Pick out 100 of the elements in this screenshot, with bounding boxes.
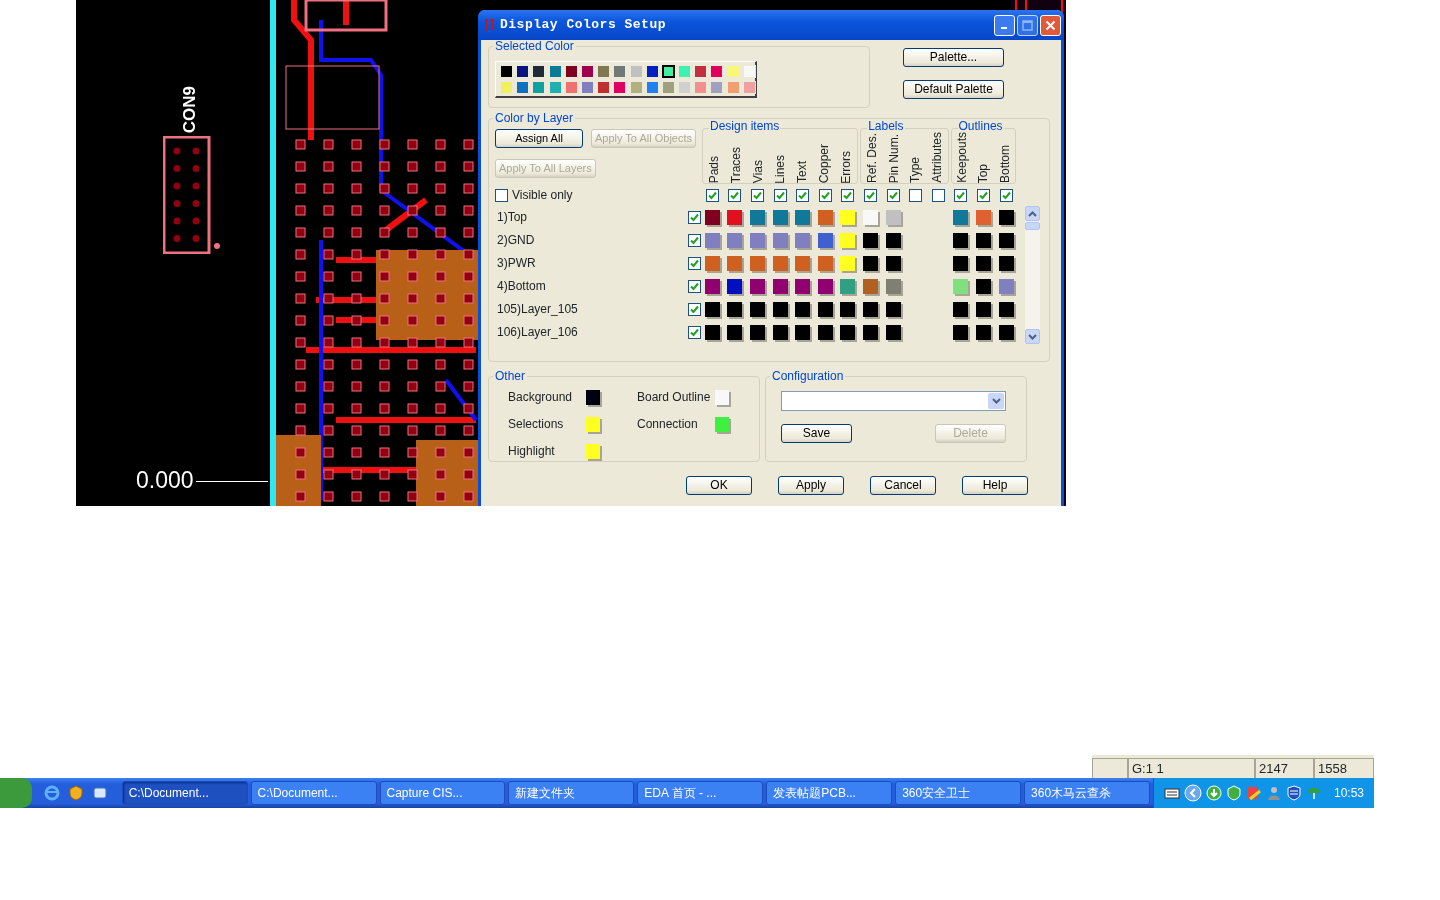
browser-icon[interactable] — [43, 785, 60, 801]
color-swatch[interactable] — [840, 256, 856, 272]
color-swatch[interactable] — [975, 233, 991, 249]
close-icon[interactable] — [1045, 19, 1056, 31]
color-swatch[interactable] — [715, 389, 729, 405]
color-swatch[interactable] — [975, 210, 991, 226]
color-swatch[interactable] — [975, 256, 991, 272]
color-swatch[interactable] — [795, 210, 811, 226]
color-swatch[interactable] — [772, 325, 788, 341]
dialog-button[interactable]: Apply — [778, 476, 844, 495]
color-swatch[interactable] — [840, 302, 856, 318]
color-swatch[interactable] — [727, 279, 743, 295]
color-swatch[interactable] — [998, 256, 1014, 272]
minimize-button[interactable] — [994, 14, 1015, 36]
dialog-button[interactable]: Cancel — [870, 476, 936, 495]
palette-button[interactable]: Palette... — [903, 48, 1004, 67]
color-swatch[interactable] — [795, 279, 811, 295]
color-swatch[interactable] — [661, 65, 675, 79]
checkbox[interactable] — [705, 188, 719, 202]
checkbox[interactable] — [796, 188, 810, 202]
checkbox[interactable] — [886, 188, 900, 202]
taskbar-button[interactable]: 发表帖题PCB... — [766, 781, 893, 805]
desktop-icon[interactable] — [91, 785, 108, 801]
color-swatch[interactable] — [772, 210, 788, 226]
dialog-button[interactable]: Help — [962, 476, 1028, 495]
checkbox[interactable] — [773, 188, 787, 202]
paint-icon[interactable] — [1245, 785, 1262, 801]
color-swatch[interactable] — [817, 325, 833, 341]
arrow-down-icon[interactable] — [1028, 333, 1038, 340]
color-swatch[interactable] — [885, 256, 901, 272]
configuration-dropdown[interactable] — [781, 391, 1006, 412]
color-swatch[interactable] — [840, 325, 856, 341]
color-swatch[interactable] — [998, 279, 1014, 295]
color-swatch[interactable] — [727, 325, 743, 341]
color-swatch[interactable] — [953, 325, 969, 341]
umbrella-icon[interactable] — [1305, 785, 1322, 801]
checkbox[interactable] — [687, 303, 701, 317]
color-swatch[interactable] — [586, 389, 600, 405]
checkbox[interactable] — [931, 188, 945, 202]
color-swatch[interactable] — [795, 325, 811, 341]
color-swatch[interactable] — [727, 233, 743, 249]
color-swatch[interactable] — [953, 279, 969, 295]
checkbox[interactable] — [863, 188, 877, 202]
checkbox[interactable] — [687, 280, 701, 294]
color-swatch[interactable] — [953, 233, 969, 249]
checkbox[interactable] — [687, 211, 701, 225]
color-swatch[interactable] — [885, 279, 901, 295]
color-swatch[interactable] — [750, 210, 765, 226]
checkbox[interactable] — [687, 257, 701, 271]
color-swatch[interactable] — [885, 302, 901, 318]
color-swatch[interactable] — [885, 210, 901, 226]
color-swatch[interactable] — [975, 325, 991, 341]
color-swatch[interactable] — [715, 416, 729, 432]
color-swatch[interactable] — [586, 443, 600, 459]
color-swatch[interactable] — [817, 256, 833, 272]
start-button[interactable] — [0, 778, 32, 808]
checkbox[interactable] — [954, 188, 968, 202]
action-button[interactable]: Assign All — [495, 129, 583, 149]
checkbox[interactable] — [687, 326, 701, 340]
color-swatch[interactable] — [817, 279, 833, 295]
color-swatch[interactable] — [704, 302, 720, 318]
color-swatch[interactable] — [862, 233, 878, 249]
color-swatch[interactable] — [817, 233, 833, 249]
color-swatch[interactable] — [998, 233, 1014, 249]
scroll-down-button[interactable] — [1025, 329, 1041, 345]
color-swatch[interactable] — [704, 233, 720, 249]
color-swatch[interactable] — [750, 233, 765, 249]
taskbar-button[interactable]: C:\Document... — [250, 781, 377, 805]
color-swatch[interactable] — [772, 279, 788, 295]
taskbar-button[interactable]: EDA 首页 - ... — [637, 781, 764, 805]
arrow-up-icon[interactable] — [1028, 210, 1038, 217]
color-swatch[interactable] — [862, 279, 878, 295]
color-swatch[interactable] — [817, 210, 833, 226]
dialog-button[interactable]: OK — [686, 476, 752, 495]
color-swatch[interactable] — [862, 325, 878, 341]
checkbox[interactable] — [909, 188, 923, 202]
color-swatch[interactable] — [862, 210, 878, 226]
checkbox[interactable] — [841, 188, 855, 202]
color-swatch[interactable] — [750, 302, 765, 318]
maximize-button[interactable] — [1017, 14, 1038, 36]
keyboard-icon[interactable] — [1163, 787, 1180, 799]
vertical-scrollbar[interactable] — [1025, 206, 1041, 345]
color-swatch[interactable] — [885, 233, 901, 249]
checkbox[interactable] — [818, 188, 832, 202]
shield-icon[interactable] — [1285, 785, 1302, 801]
color-swatch[interactable] — [998, 325, 1014, 341]
save-button[interactable]: Save — [781, 424, 852, 444]
color-swatch[interactable] — [795, 233, 811, 249]
color-swatch[interactable] — [998, 302, 1014, 318]
checkbox[interactable] — [495, 188, 508, 202]
color-swatch[interactable] — [975, 279, 991, 295]
color-swatch[interactable] — [840, 210, 856, 226]
checkbox[interactable] — [728, 188, 742, 202]
color-swatch[interactable] — [750, 325, 765, 341]
color-swatch[interactable] — [795, 302, 811, 318]
color-swatch[interactable] — [704, 279, 720, 295]
color-swatch[interactable] — [862, 302, 878, 318]
color-swatch[interactable] — [953, 210, 969, 226]
taskbar-button[interactable]: C:\Document... — [121, 781, 248, 805]
color-swatch[interactable] — [727, 302, 743, 318]
